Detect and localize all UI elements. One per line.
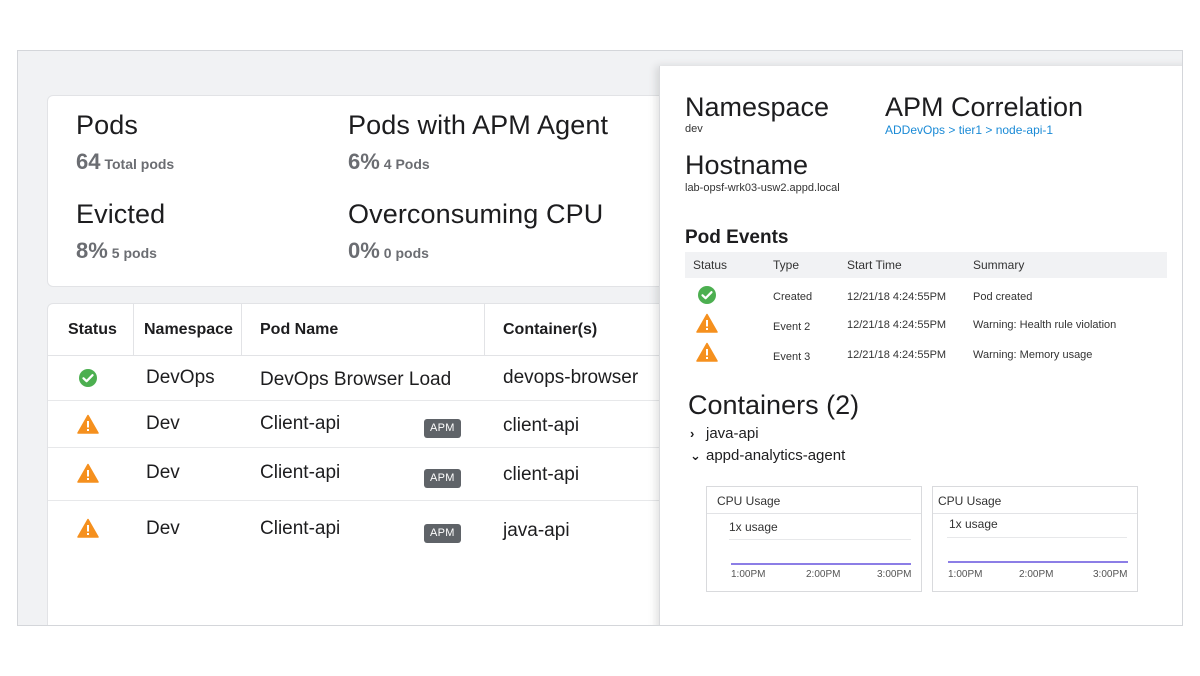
app-window: Pods 64 Total pods Pods with APM Agent 6%…	[17, 50, 1183, 626]
metric-sub: 0 pods	[383, 245, 429, 261]
metric-value: 64	[76, 149, 101, 174]
cpu-usage-label: 1x usage	[949, 517, 998, 531]
events-header-start-time: Start Time	[847, 258, 902, 272]
table-row[interactable]: DevOps DevOps Browser Load devops-browse…	[48, 356, 686, 401]
event-start-time: 12/21/18 4:24:55PM	[847, 349, 947, 361]
cpu-usage-line	[731, 563, 911, 565]
event-summary: Pod created	[973, 291, 1033, 303]
row-container: devops-browser	[503, 367, 639, 388]
pods-table-card: Status Namespace Pod Name Container(s) D…	[47, 303, 687, 625]
events-header-type: Type	[773, 258, 800, 272]
warning-triangle-icon	[77, 414, 99, 434]
row-namespace: Dev	[146, 413, 180, 434]
event-type: Event 2	[773, 321, 811, 333]
column-header-namespace[interactable]: Namespace	[144, 304, 233, 356]
row-namespace: Dev	[146, 462, 180, 483]
metric-title: Evicted	[76, 199, 166, 229]
row-namespace: Dev	[146, 518, 180, 539]
cpu-usage-label: 1x usage	[729, 520, 778, 534]
table-header-row: Status Namespace Pod Name Container(s)	[48, 304, 686, 356]
chevron-right-icon: ›	[690, 426, 695, 441]
metric-title: Pods with APM Agent	[348, 110, 609, 140]
metric-title: Pods	[76, 110, 138, 140]
cpu-tick-label: 3:00PM	[1093, 569, 1128, 580]
metric-evicted: Evicted 8% 5 pods	[76, 199, 165, 264]
table-row[interactable]: Dev Client-api APM java-api	[48, 501, 686, 557]
metric-overconsuming-cpu: Overconsuming CPU 0% 0 pods	[348, 199, 603, 264]
cpu-usage-chart: CPU Usage 1x usage 1:00PM 2:00PM 3:00PM	[932, 486, 1138, 592]
cpu-chart-title: CPU Usage	[938, 494, 1002, 508]
container-name: java-api	[706, 425, 759, 442]
metric-sub: Total pods	[104, 156, 175, 172]
metric-pods-apm: Pods with APM Agent 6% 4 Pods	[348, 110, 608, 175]
metric-sub: 5 pods	[111, 245, 157, 261]
event-start-time: 12/21/18 4:24:55PM	[847, 319, 947, 331]
warning-triangle-icon	[77, 463, 99, 483]
warning-triangle-icon	[696, 313, 718, 333]
metric-pods: Pods 64 Total pods	[76, 110, 174, 175]
events-header-summary: Summary	[973, 258, 1025, 272]
event-summary: Warning: Memory usage	[973, 349, 1093, 361]
row-container: java-api	[503, 520, 570, 541]
check-circle-icon	[79, 369, 97, 387]
hostname-label: Hostname	[685, 150, 809, 180]
namespace-value: dev	[685, 123, 703, 135]
row-pod-name[interactable]: Client-api	[260, 413, 340, 435]
row-namespace: DevOps	[146, 367, 215, 388]
cpu-usage-line	[948, 561, 1128, 563]
row-pod-name[interactable]: DevOps Browser Load	[260, 369, 451, 391]
metric-sub: 4 Pods	[383, 156, 430, 172]
column-header-status[interactable]: Status	[68, 304, 117, 356]
warning-triangle-icon	[77, 518, 99, 538]
hostname-value: lab-opsf-wrk03-usw2.appd.local	[685, 182, 840, 194]
container-item-appd-analytics-agent[interactable]: ⌄ appd-analytics-agent	[690, 447, 845, 464]
container-name: appd-analytics-agent	[706, 447, 846, 464]
metric-title: Overconsuming CPU	[348, 199, 604, 229]
cpu-tick-label: 3:00PM	[877, 569, 912, 580]
row-container: client-api	[503, 415, 580, 436]
cpu-tick-label: 2:00PM	[1019, 569, 1054, 580]
cpu-chart-title: CPU Usage	[717, 494, 781, 508]
metric-value: 8%	[76, 238, 108, 263]
cpu-tick-label: 2:00PM	[806, 569, 841, 580]
namespace-label: Namespace	[685, 92, 830, 122]
cpu-tick-label: 1:00PM	[731, 569, 766, 580]
table-row[interactable]: Dev Client-api APM client-api	[48, 401, 686, 448]
event-type: Created	[773, 291, 813, 303]
apm-badge: APM	[424, 469, 461, 488]
chevron-down-icon: ⌄	[690, 448, 701, 463]
apm-correlation-link[interactable]: ADDevOps > tier1 > node-api-1	[885, 123, 1053, 137]
check-circle-icon	[698, 286, 716, 304]
metric-value: 6%	[348, 149, 380, 174]
cpu-usage-chart: CPU Usage 1x usage 1:00PM 2:00PM 3:00PM	[706, 486, 922, 592]
row-container: client-api	[503, 464, 580, 485]
pods-table: Status Namespace Pod Name Container(s) D…	[48, 304, 686, 557]
pod-events-title: Pod Events	[685, 227, 789, 248]
event-summary: Warning: Health rule violation	[973, 319, 1117, 331]
row-pod-name[interactable]: Client-api	[260, 462, 340, 484]
apm-badge: APM	[424, 524, 461, 543]
apm-correlation-label: APM Correlation	[885, 92, 1084, 122]
event-start-time: 12/21/18 4:24:55PM	[847, 291, 947, 303]
summary-card: Pods 64 Total pods Pods with APM Agent 6%…	[47, 95, 687, 287]
row-pod-name[interactable]: Client-api	[260, 518, 340, 540]
events-header-status: Status	[693, 258, 728, 272]
metric-value: 0%	[348, 238, 380, 263]
cpu-tick-label: 1:00PM	[948, 569, 983, 580]
event-type: Event 3	[773, 351, 811, 363]
pod-detail-panel: Namespace dev APM Correlation ADDevOps >…	[659, 66, 1182, 625]
containers-title: Containers (2)	[688, 390, 860, 420]
column-header-pod-name[interactable]: Pod Name	[260, 304, 338, 356]
events-table-header: Status Type Start Time Summary	[685, 252, 1167, 278]
column-header-containers[interactable]: Container(s)	[503, 304, 597, 356]
warning-triangle-icon	[696, 342, 718, 362]
apm-badge: APM	[424, 419, 461, 438]
table-row[interactable]: Dev Client-api APM client-api	[48, 448, 686, 501]
container-item-java-api[interactable]: › java-api	[690, 425, 759, 442]
